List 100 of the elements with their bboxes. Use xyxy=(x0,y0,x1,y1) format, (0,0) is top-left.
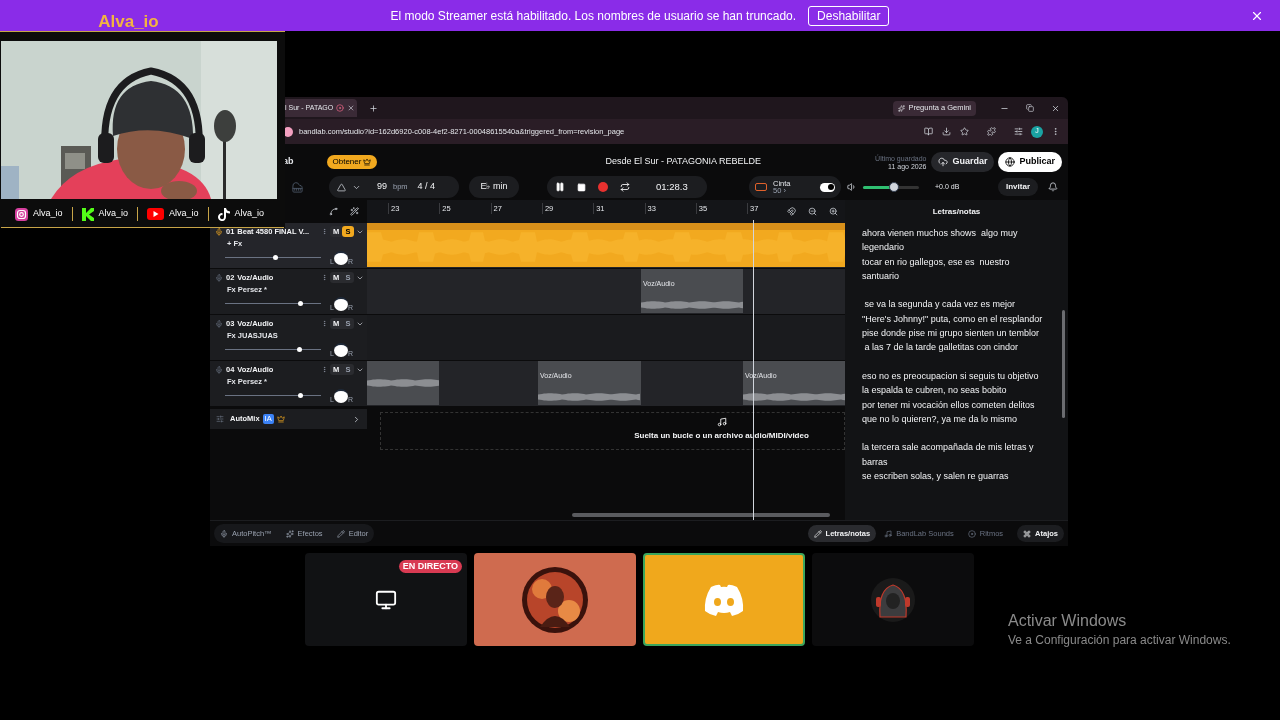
lyric-line: pise donde pise mi grupo sienten un temblor xyxy=(862,327,1041,341)
cloud-upload-icon xyxy=(938,157,949,167)
record-icon[interactable] xyxy=(598,182,608,192)
track-volume-slider[interactable] xyxy=(225,392,321,399)
menu-icon[interactable] xyxy=(1051,127,1060,136)
call-tile[interactable] xyxy=(643,553,805,646)
time-signature[interactable]: 4 / 4 xyxy=(417,180,436,194)
lyric-line: tocar en rio gallegos, ese es nuestro santuario xyxy=(862,255,1011,283)
curve-icon[interactable] xyxy=(329,207,338,216)
slider-thumb[interactable] xyxy=(298,393,304,398)
publish-button[interactable]: Publicar xyxy=(998,152,1062,172)
track-volume-slider[interactable] xyxy=(225,254,321,261)
time-display: 01:28.3 xyxy=(656,179,688,194)
slider-thumb[interactable] xyxy=(888,182,899,192)
call-tile[interactable] xyxy=(812,553,974,646)
tape-icon xyxy=(755,183,767,191)
project-title: Desde El Sur - PATAGONIA REBELDE xyxy=(605,155,761,169)
extensions-icon[interactable] xyxy=(987,127,996,136)
lyrics-title: Letras/notas xyxy=(932,205,981,218)
track-volume-slider[interactable] xyxy=(225,300,321,307)
social-handle: Alva_io xyxy=(33,207,63,221)
music-icon xyxy=(884,529,893,538)
kick-icon xyxy=(81,207,94,221)
pan-knob[interactable] xyxy=(333,388,348,403)
pan-knob[interactable] xyxy=(333,342,348,357)
audio-clip[interactable] xyxy=(367,361,439,405)
invite-button[interactable]: Invitar xyxy=(998,178,1038,196)
lyric-line: la espalda te cubren, no seas bobito xyxy=(862,384,1008,398)
gamepad-face-icon xyxy=(703,583,745,616)
close-window-icon[interactable] xyxy=(1051,103,1060,113)
pause-icon[interactable] xyxy=(555,182,565,192)
zoom-out-icon[interactable] xyxy=(808,207,817,216)
loop-icon[interactable] xyxy=(620,182,630,192)
key-button[interactable]: E♭ min xyxy=(469,176,519,198)
command-icon xyxy=(1023,529,1032,538)
install-icon[interactable] xyxy=(942,127,951,136)
activation-title: Activar Windows xyxy=(1008,611,1128,631)
metronome-icon[interactable] xyxy=(337,182,346,192)
volume-icon[interactable] xyxy=(847,182,857,192)
slider-thumb[interactable] xyxy=(273,255,279,260)
lyric-line: a las 7 de la tarde galletitas con cindor xyxy=(863,341,1020,355)
lyric-line: que no lo quieren?, ya me da lo mismo xyxy=(862,412,1019,426)
pencil-icon xyxy=(336,529,345,538)
slider-thumb[interactable] xyxy=(298,301,304,306)
stop-icon[interactable] xyxy=(577,182,586,192)
close-tab-icon[interactable] xyxy=(347,104,355,112)
streamer-name: Alva_io xyxy=(98,13,159,30)
save-button[interactable]: Guardar xyxy=(931,152,995,172)
social-handle: Alva_io xyxy=(234,207,265,221)
live-badge: EN DIRECTO xyxy=(398,560,462,573)
wand-icon[interactable] xyxy=(350,207,359,216)
social-handle: Alva_io xyxy=(169,207,199,221)
pencil-icon xyxy=(813,529,822,538)
call-tile[interactable]: EN DIRECTO xyxy=(305,553,467,646)
lyric-line: se escriben solas, y salen re guarras xyxy=(862,470,1010,484)
music-note-icon xyxy=(217,207,230,221)
sparkle-icon xyxy=(898,104,906,112)
media-icon[interactable] xyxy=(1014,127,1023,136)
lyric-line: "Here's Johnny!" puta, como en el resplandor xyxy=(862,312,1044,326)
vertical-scrollbar[interactable] xyxy=(1062,310,1065,418)
restore-icon[interactable] xyxy=(1026,104,1034,112)
disc-icon xyxy=(967,529,976,538)
waveform xyxy=(367,379,439,387)
snap-icon[interactable] xyxy=(787,207,796,216)
activation-message: Ve a Configuración para activar Windows. xyxy=(1008,632,1231,649)
social-handle: Alva_io xyxy=(98,207,129,221)
youtube-icon xyxy=(147,208,165,220)
disable-button[interactable]: Deshabilitar xyxy=(808,5,890,26)
close-icon[interactable] xyxy=(1250,9,1264,23)
effects-icon xyxy=(285,529,294,538)
instagram-icon xyxy=(15,207,28,221)
crown-icon xyxy=(363,158,372,166)
pan-knob[interactable] xyxy=(333,250,348,265)
notification-icon[interactable] xyxy=(1048,182,1058,192)
tape-switch[interactable] xyxy=(820,182,835,192)
lyric-line: se va la segunda y cada vez es mejor xyxy=(863,298,1017,312)
slider-thumb[interactable] xyxy=(297,347,303,352)
zoom-in-icon[interactable] xyxy=(829,207,838,216)
new-tab-icon[interactable] xyxy=(369,103,378,113)
add-music-icon xyxy=(716,417,727,427)
globe-icon xyxy=(1005,157,1016,167)
mixer-icon xyxy=(216,415,224,423)
call-tile[interactable] xyxy=(474,553,636,646)
lyric-line: eso no es preocupacion si seguis tu objetivo xyxy=(862,369,1040,383)
pan-knob[interactable] xyxy=(333,296,348,311)
track-volume-slider[interactable] xyxy=(225,346,321,353)
hooded-figure-icon xyxy=(870,576,916,623)
master-volume-slider[interactable] xyxy=(863,182,919,192)
banner-message: El modo Streamer está habilitado. Los nombres de usuario se han truncado. xyxy=(390,7,797,25)
mic-icon[interactable] xyxy=(215,227,223,236)
mic-icon xyxy=(220,529,228,538)
tempo-value[interactable]: 99 xyxy=(377,180,387,194)
lyric-line: por tener mi vocación ellos cometen delitos xyxy=(862,398,1036,412)
recording-icon xyxy=(336,104,345,112)
bookmark-icon[interactable] xyxy=(960,127,969,136)
horizontal-scrollbar[interactable] xyxy=(572,513,830,517)
get-button[interactable]: Obtener xyxy=(326,155,378,169)
crown-icon xyxy=(276,415,285,423)
monitor-icon xyxy=(375,588,397,611)
reader-icon[interactable] xyxy=(924,127,933,136)
